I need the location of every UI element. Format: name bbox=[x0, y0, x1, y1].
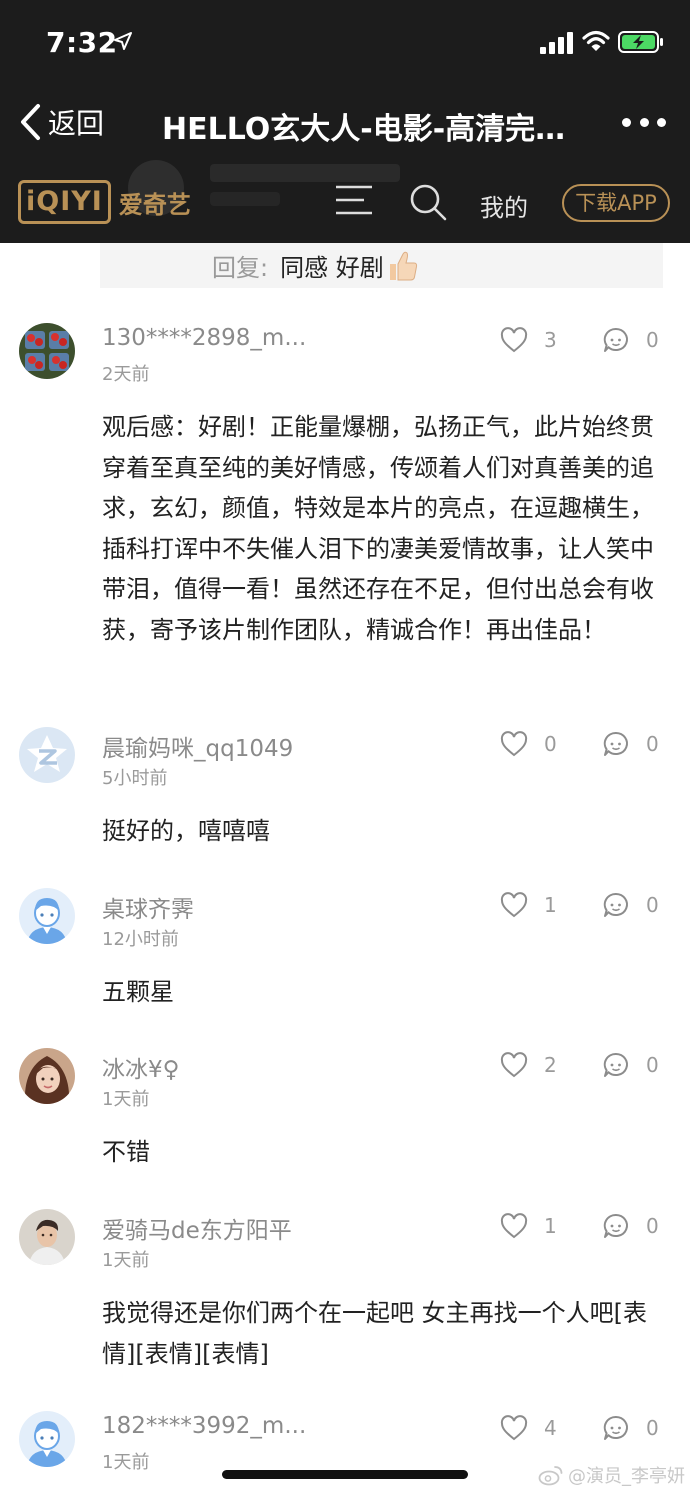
download-app-button[interactable]: 下载APP bbox=[562, 184, 670, 222]
like-count: 1 bbox=[544, 1214, 557, 1238]
iqiyi-logo[interactable]: iQIYI 爱奇艺 bbox=[18, 180, 191, 224]
reply-count: 0 bbox=[646, 1053, 659, 1077]
thumbs-up-emoji-icon bbox=[389, 251, 417, 280]
heart-icon bbox=[500, 1415, 528, 1441]
status-bar: 7:32 bbox=[0, 0, 690, 84]
reply-text: 同感 好剧 bbox=[280, 254, 384, 282]
like-button[interactable]: 2 bbox=[500, 1050, 570, 1080]
dot-icon bbox=[657, 117, 666, 127]
wifi-icon bbox=[582, 30, 610, 51]
comment-text: 我觉得还是你们两个在一起吧 女主再找一个人吧[表情][表情][表情] bbox=[102, 1299, 647, 1368]
portrait-avatar-icon bbox=[19, 1209, 75, 1265]
avatar[interactable] bbox=[19, 888, 75, 944]
reply-prefix: 回复: bbox=[212, 254, 269, 282]
comment-bubble-icon bbox=[603, 1415, 628, 1440]
reply-button[interactable]: 0 bbox=[602, 890, 666, 920]
back-label: 返回 bbox=[48, 107, 105, 140]
heart-icon bbox=[500, 892, 528, 918]
comment-text: 不错 bbox=[102, 1138, 150, 1166]
like-count: 0 bbox=[544, 732, 557, 756]
weibo-watermark: @演员_李亭妍 bbox=[538, 1462, 685, 1488]
comment-time: 5小时前 bbox=[102, 768, 168, 789]
username[interactable]: 桌球齐霁 bbox=[102, 890, 194, 924]
underlying-text-shadow bbox=[210, 164, 400, 182]
comment-text: 观后感：好剧！正能量爆棚，弘扬正气，此片始终贯穿着至真至纯的美好情感，传颂着人们… bbox=[102, 413, 654, 644]
app-header: 7:32 返回 HELLO玄大人-电影-高清完整正版 bbox=[0, 0, 690, 243]
like-button[interactable]: 4 bbox=[500, 1413, 570, 1443]
my-account-link[interactable]: 我的 bbox=[480, 188, 528, 223]
heart-icon bbox=[500, 327, 528, 353]
back-button[interactable]: 返回 bbox=[18, 100, 104, 144]
like-button[interactable]: 1 bbox=[500, 1211, 570, 1241]
default-person-avatar-icon bbox=[19, 888, 75, 944]
comment-bubble-icon bbox=[603, 892, 628, 917]
avatar[interactable] bbox=[19, 1411, 75, 1467]
username[interactable]: 晨瑜妈咪_qq1049 bbox=[102, 729, 293, 763]
avatar[interactable] bbox=[19, 1048, 75, 1104]
home-indicator[interactable] bbox=[222, 1470, 468, 1479]
comment-text: 挺好的，嘻嘻嘻 bbox=[102, 817, 270, 845]
heart-icon bbox=[500, 1213, 528, 1239]
comment-time: 2天前 bbox=[102, 364, 150, 385]
like-button[interactable]: 0 bbox=[500, 729, 570, 759]
username[interactable]: 爱骑马de东方阳平 bbox=[102, 1211, 292, 1245]
logo-text: 爱奇艺 bbox=[118, 190, 191, 219]
battery-charging-icon bbox=[618, 31, 663, 53]
like-count: 1 bbox=[544, 893, 557, 917]
heart-icon bbox=[500, 731, 528, 757]
cellular-signal-icon bbox=[540, 32, 573, 54]
reply-count: 0 bbox=[646, 328, 659, 352]
watermark-text: @演员_李亭妍 bbox=[568, 1466, 685, 1487]
reply-button[interactable]: 0 bbox=[602, 1413, 666, 1443]
comment-bubble-icon bbox=[603, 327, 628, 352]
default-star-avatar-icon bbox=[19, 727, 75, 783]
avatar[interactable] bbox=[19, 323, 75, 379]
page-title: HELLO玄大人-电影-高清完整正版视频在线观看-爱奇艺 bbox=[162, 112, 582, 147]
comment-time: 12小时前 bbox=[102, 929, 179, 950]
status-time: 7:32 bbox=[46, 26, 118, 59]
weibo-logo-icon bbox=[538, 1466, 563, 1486]
comment-time: 1天前 bbox=[102, 1452, 150, 1473]
username[interactable]: 130****2898_m... bbox=[102, 325, 306, 351]
chevron-left-icon bbox=[21, 104, 40, 140]
comment-bubble-icon bbox=[603, 1213, 628, 1238]
portrait-avatar-icon bbox=[19, 1048, 75, 1104]
reply-button[interactable]: 0 bbox=[602, 1211, 666, 1241]
username[interactable]: 冰冰¥♀ bbox=[102, 1050, 179, 1084]
avatar[interactable] bbox=[19, 727, 75, 783]
reply-button[interactable]: 0 bbox=[602, 1050, 666, 1080]
reply-count: 0 bbox=[646, 1416, 659, 1440]
heart-icon bbox=[500, 1052, 528, 1078]
like-button[interactable]: 3 bbox=[500, 325, 570, 355]
location-arrow-icon bbox=[114, 32, 132, 50]
comment-text: 五颗星 bbox=[102, 978, 174, 1006]
nested-reply: 回复: 同感 好剧 bbox=[100, 243, 663, 288]
dot-icon bbox=[639, 117, 649, 127]
like-count: 4 bbox=[544, 1416, 557, 1440]
underlying-text-shadow bbox=[210, 192, 280, 206]
dot-icon bbox=[622, 117, 631, 127]
comment-bubble-icon bbox=[603, 731, 628, 756]
site-toolbar: iQIYI 爱奇艺 我的 下载APP bbox=[0, 160, 690, 236]
search-icon[interactable] bbox=[408, 182, 448, 222]
more-options-button[interactable] bbox=[622, 110, 666, 134]
comment-time: 1天前 bbox=[102, 1089, 150, 1110]
menu-icon[interactable] bbox=[334, 184, 374, 216]
reply-count: 0 bbox=[646, 893, 659, 917]
comment-bubble-icon bbox=[603, 1052, 628, 1077]
logo-mark: iQIYI bbox=[18, 180, 111, 224]
reply-button[interactable]: 0 bbox=[602, 325, 666, 355]
comment-time: 1天前 bbox=[102, 1250, 150, 1271]
avatar[interactable] bbox=[19, 1209, 75, 1265]
username[interactable]: 182****3992_m... bbox=[102, 1413, 306, 1439]
default-person-avatar-icon bbox=[19, 1411, 75, 1467]
reply-count: 0 bbox=[646, 732, 659, 756]
like-count: 3 bbox=[544, 328, 557, 352]
strawberries-avatar-icon bbox=[19, 323, 75, 379]
like-button[interactable]: 1 bbox=[500, 890, 570, 920]
reply-button[interactable]: 0 bbox=[602, 729, 666, 759]
nav-bar: 返回 HELLO玄大人-电影-高清完整正版视频在线观看-爱奇艺 bbox=[0, 92, 690, 152]
like-count: 2 bbox=[544, 1053, 557, 1077]
reply-count: 0 bbox=[646, 1214, 659, 1238]
